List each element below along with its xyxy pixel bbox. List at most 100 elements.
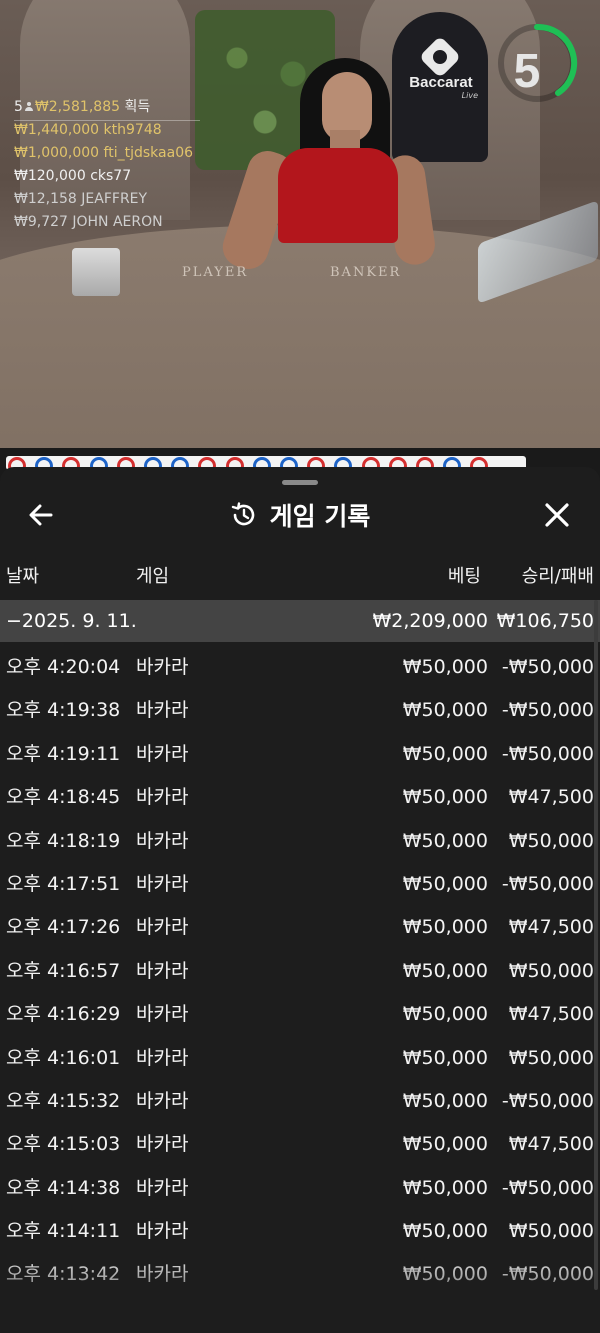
- row-bet: ₩50,000: [402, 959, 488, 982]
- history-row[interactable]: 오후 4:13:42 바카라 ₩50,000 -₩50,000: [0, 1253, 600, 1296]
- player-area-label: PLAYER: [182, 265, 249, 280]
- row-bet: ₩50,000: [402, 829, 488, 852]
- row-result: -₩50,000: [501, 1089, 594, 1112]
- winners-total: ₩2,581,885: [34, 99, 121, 115]
- row-time: 오후 4:16:57: [6, 959, 121, 982]
- live-video-stream: Baccarat Live PLAYER BANKER 5 5 ₩2,581,88…: [0, 0, 600, 448]
- row-result: ₩47,500: [508, 1003, 594, 1026]
- row-result: -₩50,000: [501, 742, 594, 765]
- row-time: 오후 4:16:29: [6, 1003, 121, 1026]
- row-time: 오후 4:17:26: [6, 916, 121, 939]
- history-row[interactable]: 오후 4:16:57 바카라 ₩50,000 ₩50,000: [0, 950, 600, 993]
- sheet-drag-handle[interactable]: [282, 480, 318, 485]
- winners-count: 5: [14, 99, 23, 115]
- history-row[interactable]: 오후 4:16:01 바카라 ₩50,000 ₩50,000: [0, 1037, 600, 1080]
- row-game: 바카라: [136, 1220, 189, 1243]
- row-game: 바카라: [136, 699, 189, 722]
- winner-row: ₩1,440,000 kth9748: [14, 119, 193, 142]
- scrollbar[interactable]: [594, 600, 598, 1290]
- column-header-game[interactable]: 게임: [136, 562, 169, 592]
- row-bet: ₩50,000: [402, 742, 488, 765]
- close-icon: [545, 503, 569, 527]
- row-time: 오후 4:17:51: [6, 872, 121, 895]
- row-time: 오후 4:15:03: [6, 1133, 121, 1156]
- row-time: 오후 4:15:32: [6, 1089, 121, 1112]
- close-button[interactable]: [540, 498, 574, 532]
- row-result: ₩50,000: [508, 829, 594, 852]
- row-time: 오후 4:14:11: [6, 1220, 121, 1243]
- row-bet: ₩50,000: [402, 1220, 488, 1243]
- history-row[interactable]: 오후 4:14:11 바카라 ₩50,000 ₩50,000: [0, 1210, 600, 1253]
- sheet-bottom: [0, 1310, 600, 1333]
- row-time: 오후 4:18:45: [6, 786, 121, 809]
- history-row[interactable]: 오후 4:19:11 바카라 ₩50,000 -₩50,000: [0, 733, 600, 776]
- row-bet: ₩50,000: [402, 1133, 488, 1156]
- card-shoe: [72, 248, 120, 296]
- row-game: 바카라: [136, 829, 189, 852]
- sheet-header: 게임 기록: [0, 497, 600, 533]
- row-bet: ₩50,000: [402, 1263, 488, 1286]
- row-result: ₩50,000: [508, 1220, 594, 1243]
- dealer-dress: [278, 148, 398, 243]
- history-row[interactable]: 오후 4:18:45 바카라 ₩50,000 ₩47,500: [0, 776, 600, 819]
- winner-name: JEAFFREY: [81, 191, 148, 207]
- row-bet: ₩50,000: [402, 1176, 488, 1199]
- winner-row: ₩12,158 JEAFFREY: [14, 188, 193, 211]
- row-bet: ₩50,000: [402, 1046, 488, 1069]
- sheet-title: 게임 기록: [269, 502, 371, 531]
- row-game: 바카라: [136, 786, 189, 809]
- history-row[interactable]: 오후 4:18:19 바카라 ₩50,000 ₩50,000: [0, 820, 600, 863]
- row-bet: ₩50,000: [402, 872, 488, 895]
- winner-amount: ₩1,440,000: [14, 122, 100, 138]
- history-row[interactable]: 오후 4:14:38 바카라 ₩50,000 -₩50,000: [0, 1167, 600, 1210]
- row-game: 바카라: [136, 742, 189, 765]
- history-row[interactable]: 오후 4:20:04 바카라 ₩50,000 -₩50,000: [0, 646, 600, 689]
- column-header-result[interactable]: 승리/패배: [522, 562, 594, 592]
- winner-amount: ₩12,158: [14, 191, 77, 207]
- row-time: 오후 4:14:38: [6, 1176, 121, 1199]
- winners-summary: 5 ₩2,581,885 획득: [14, 96, 193, 119]
- row-result: ₩50,000: [508, 1046, 594, 1069]
- history-row[interactable]: 오후 4:17:26 바카라 ₩50,000 ₩47,500: [0, 906, 600, 949]
- row-result: -₩50,000: [501, 1263, 594, 1286]
- row-result: -₩50,000: [501, 656, 594, 678]
- row-bet: ₩50,000: [402, 786, 488, 809]
- history-row[interactable]: 오후 4:19:38 바카라 ₩50,000 -₩50,000: [0, 689, 600, 732]
- row-game: 바카라: [136, 959, 189, 982]
- brand-name: Baccarat: [409, 74, 473, 91]
- row-game: 바카라: [136, 1263, 189, 1286]
- winner-amount: ₩120,000: [14, 168, 86, 184]
- row-bet: ₩50,000: [402, 1003, 488, 1026]
- row-game: 바카라: [136, 656, 189, 678]
- row-bet: ₩50,000: [402, 1089, 488, 1112]
- date-group-row[interactable]: −2025. 9. 11. ₩2,209,000 ₩106,750: [0, 600, 600, 642]
- column-header-bet[interactable]: 베팅: [448, 562, 481, 592]
- group-date: −2025. 9. 11.: [6, 610, 137, 632]
- column-header-date[interactable]: 날짜: [6, 562, 39, 592]
- person-icon: [24, 102, 33, 111]
- banker-area-label: BANKER: [330, 265, 402, 280]
- winner-name: cks77: [90, 168, 132, 184]
- row-bet: ₩50,000: [402, 656, 488, 678]
- row-time: 오후 4:13:42: [6, 1263, 121, 1286]
- row-result: ₩47,500: [508, 916, 594, 939]
- winner-name: kth9748: [103, 122, 162, 138]
- history-icon: [231, 502, 254, 526]
- winners-list: 5 ₩2,581,885 획득 ₩1,440,000 kth9748 ₩1,000,…: [14, 96, 193, 234]
- history-row[interactable]: 오후 4:17:51 바카라 ₩50,000 -₩50,000: [0, 863, 600, 906]
- row-time: 오후 4:19:11: [6, 742, 121, 765]
- history-row[interactable]: 오후 4:15:03 바카라 ₩50,000 ₩47,500: [0, 1123, 600, 1166]
- history-row[interactable]: 오후 4:15:32 바카라 ₩50,000 -₩50,000: [0, 1080, 600, 1123]
- winner-name: fti_tjdskaa06: [103, 145, 194, 161]
- winner-amount: ₩1,000,000: [14, 145, 100, 161]
- winner-row: ₩9,727 JOHN AERON: [14, 211, 193, 234]
- row-game: 바카라: [136, 872, 189, 895]
- group-total-bet: ₩2,209,000: [372, 610, 488, 632]
- row-game: 바카라: [136, 1046, 189, 1069]
- row-bet: ₩50,000: [402, 699, 488, 722]
- countdown-number: 5: [513, 45, 541, 98]
- row-time: 오후 4:18:19: [6, 829, 121, 852]
- row-result: -₩50,000: [501, 1176, 594, 1199]
- divider: [14, 120, 200, 121]
- history-row[interactable]: 오후 4:16:29 바카라 ₩50,000 ₩47,500: [0, 993, 600, 1036]
